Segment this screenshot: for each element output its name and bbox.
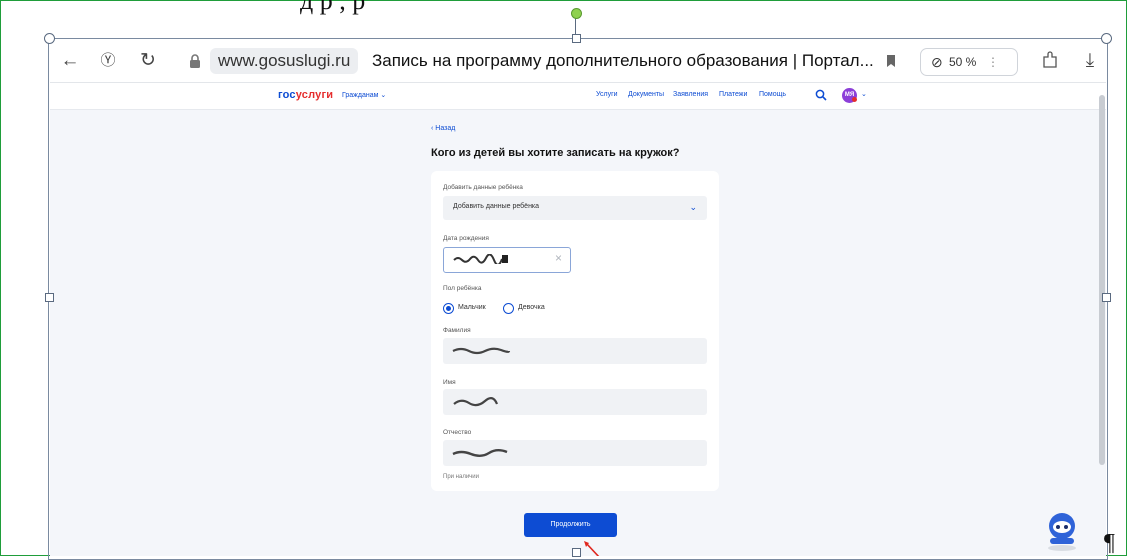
resize-handle-top[interactable] bbox=[572, 34, 581, 43]
selection-box bbox=[48, 38, 1108, 560]
resize-handle-top-right[interactable] bbox=[1101, 33, 1112, 44]
paragraph-mark: ¶ bbox=[1104, 530, 1115, 556]
rotation-handle[interactable] bbox=[571, 8, 582, 19]
resize-handle-left[interactable] bbox=[45, 293, 54, 302]
resize-handle-right[interactable] bbox=[1102, 293, 1111, 302]
document-heading-fragment: д р , р bbox=[300, 0, 366, 15]
resize-handle-top-left[interactable] bbox=[44, 33, 55, 44]
